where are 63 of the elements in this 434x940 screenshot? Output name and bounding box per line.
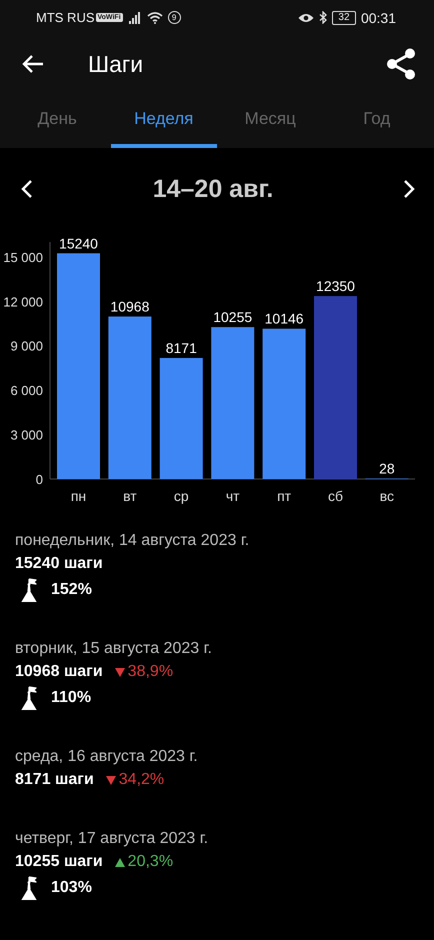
page-title: Шаги <box>88 50 144 78</box>
period-tab[interactable]: Месяц <box>217 93 324 148</box>
day-label: пт <box>277 488 292 504</box>
step-count: 15240 шаги <box>15 554 103 574</box>
goal-percent: 103% <box>51 879 92 897</box>
period-tab[interactable]: Год <box>324 93 430 148</box>
up-triangle-icon <box>114 858 125 866</box>
day-date: четверг, 17 августа 2023 г. <box>15 829 210 849</box>
wifi-icon <box>146 12 163 24</box>
back-button[interactable] <box>22 55 44 73</box>
axis-tick-label: 3 000 <box>10 428 43 443</box>
back-arrow-icon <box>22 55 44 73</box>
axis-tick-label: 6 000 <box>10 383 43 398</box>
bar[interactable] <box>211 327 254 479</box>
day-label: вт <box>123 488 137 504</box>
bar-value-label: 28 <box>379 460 395 476</box>
bluetooth-icon <box>318 11 327 24</box>
signal-icon <box>128 12 142 24</box>
day-date: понедельник, 14 августа 2023 г. <box>15 531 250 551</box>
period-tab[interactable]: День <box>4 93 110 148</box>
down-triangle-icon <box>114 668 125 676</box>
goal-percent: 110% <box>51 689 92 707</box>
day-label: сб <box>328 488 344 504</box>
axis-tick-label: 0 <box>36 472 43 487</box>
share-button[interactable] <box>386 48 416 80</box>
step-count: 8171 шаги <box>15 770 94 790</box>
bar-value-label: 8171 <box>166 340 197 356</box>
day-label: ср <box>174 488 189 504</box>
week-range: 14–20 авг. <box>152 174 274 204</box>
notification-count: 9 <box>168 11 181 24</box>
axis-tick-label: 15 000 <box>3 250 43 265</box>
bar-value-label: 10968 <box>110 298 150 315</box>
axis-tick-label: 12 000 <box>3 294 43 310</box>
change-percent: 38,9% <box>128 662 174 682</box>
next-week-button[interactable] <box>402 179 416 199</box>
bar-value-label: 10255 <box>213 309 252 326</box>
eye-icon <box>298 12 314 22</box>
chevron-icon <box>20 179 34 199</box>
axis-tick-label: 9 000 <box>10 338 43 354</box>
bar-value-label: 12350 <box>316 278 355 294</box>
clock-time: 00:31 <box>360 10 396 26</box>
day-label: вс <box>380 488 394 504</box>
share-icon <box>386 48 416 80</box>
goal-percent: 152% <box>51 581 92 599</box>
battery-indicator: 32 <box>332 10 356 24</box>
step-count: 10968 шаги <box>15 662 103 682</box>
bar-value-label: 15240 <box>59 235 98 252</box>
day-label: чт <box>226 488 240 504</box>
day-date: вторник, 15 августа 2023 г. <box>15 639 213 659</box>
chevron-icon <box>402 179 416 199</box>
down-triangle-icon <box>106 776 116 784</box>
period-tab[interactable]: Неделя <box>110 93 217 148</box>
day-label: пн <box>70 488 86 504</box>
previous-week-button[interactable] <box>20 179 34 199</box>
step-count: 10255 шаги <box>15 852 103 872</box>
bar[interactable] <box>262 328 306 479</box>
day-date: среда, 16 августа 2023 г. <box>15 747 199 767</box>
bar-value-label: 10146 <box>264 310 304 327</box>
change-percent: 34,2% <box>118 770 164 790</box>
bar[interactable] <box>160 358 203 479</box>
carrier-name: MTS RUS <box>36 10 94 25</box>
bar[interactable] <box>108 316 152 479</box>
change-percent: 20,3% <box>128 852 174 872</box>
